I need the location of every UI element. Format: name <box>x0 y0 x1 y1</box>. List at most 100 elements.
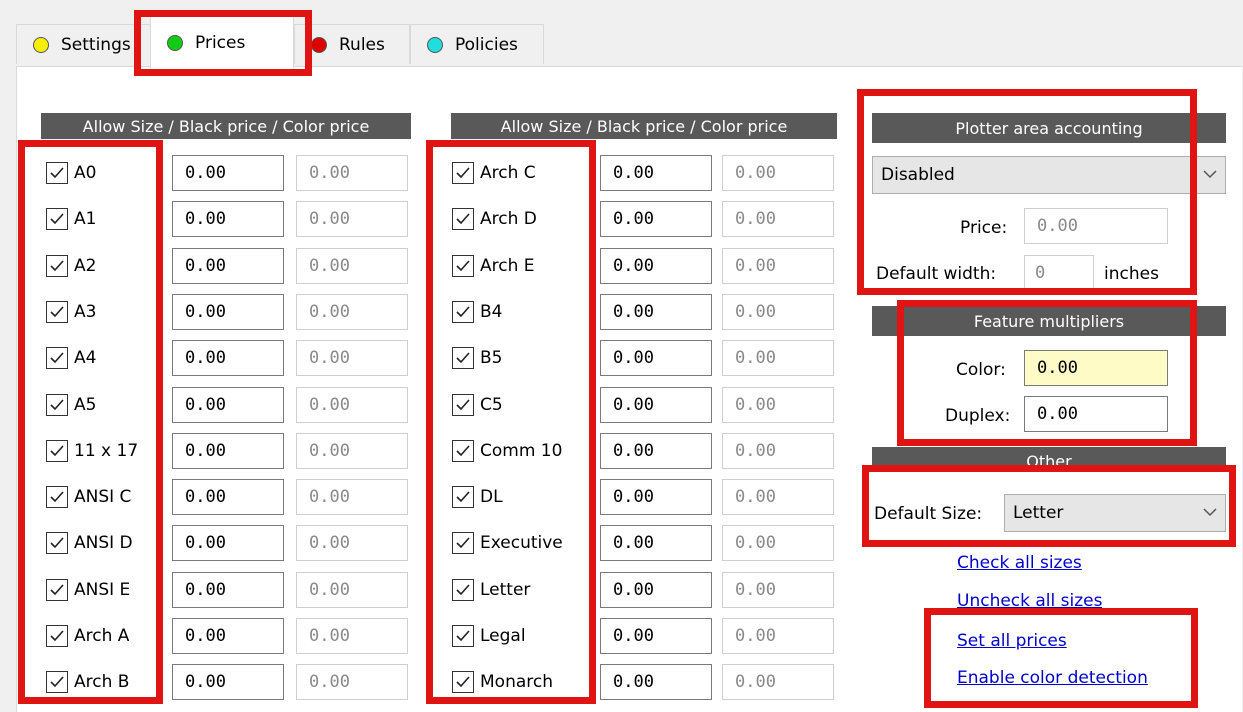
color-price-field[interactable]: 0.00 <box>722 201 834 237</box>
size-checkbox[interactable] <box>452 255 474 277</box>
size-checkbox[interactable] <box>452 579 474 601</box>
plotter-price-value: 0.00 <box>1037 216 1078 236</box>
color-price-field[interactable]: 0.00 <box>722 479 834 515</box>
color-price-field[interactable]: 0.00 <box>722 664 834 700</box>
color-price-field[interactable]: 0.00 <box>296 387 408 423</box>
black-price-field[interactable]: 0.00 <box>600 433 712 469</box>
plotter-width-field[interactable]: 0 <box>1024 255 1094 291</box>
black-price-field[interactable]: 0.00 <box>600 664 712 700</box>
black-price-value: 0.00 <box>613 163 654 183</box>
black-price-field[interactable]: 0.00 <box>172 387 284 423</box>
size-checkbox[interactable] <box>452 162 474 184</box>
size-checkbox[interactable] <box>46 162 68 184</box>
plotter-mode-select[interactable]: Disabled <box>872 156 1226 194</box>
tab-policies[interactable]: Policies <box>410 24 544 64</box>
size-checkbox[interactable] <box>452 208 474 230</box>
size-checkbox[interactable] <box>46 394 68 416</box>
black-price-field[interactable]: 0.00 <box>172 525 284 561</box>
color-price-value: 0.00 <box>735 487 776 507</box>
black-price-field[interactable]: 0.00 <box>172 618 284 654</box>
color-multiplier-value: 0.00 <box>1037 358 1078 378</box>
black-price-field[interactable]: 0.00 <box>172 479 284 515</box>
yellow-status-dot-icon <box>33 36 49 53</box>
checkmark-icon <box>50 352 64 364</box>
size-checkbox[interactable] <box>46 347 68 369</box>
black-price-field[interactable]: 0.00 <box>172 340 284 376</box>
black-price-field[interactable]: 0.00 <box>600 340 712 376</box>
black-price-field[interactable]: 0.00 <box>172 294 284 330</box>
size-checkbox[interactable] <box>452 301 474 323</box>
black-price-field[interactable]: 0.00 <box>600 479 712 515</box>
size-checkbox[interactable] <box>46 486 68 508</box>
size-checkbox[interactable] <box>452 440 474 462</box>
color-price-field[interactable]: 0.00 <box>296 479 408 515</box>
size-checkbox[interactable] <box>452 625 474 647</box>
black-price-field[interactable]: 0.00 <box>600 618 712 654</box>
checkmark-icon <box>50 584 64 596</box>
set-all-prices-link[interactable]: Set all prices <box>957 631 1067 651</box>
size-checkbox[interactable] <box>46 625 68 647</box>
size-checkbox[interactable] <box>452 671 474 693</box>
size-checkbox[interactable] <box>46 671 68 693</box>
color-price-field[interactable]: 0.00 <box>722 387 834 423</box>
black-price-field[interactable]: 0.00 <box>600 201 712 237</box>
plotter-price-field[interactable]: 0.00 <box>1024 208 1168 244</box>
black-price-field[interactable]: 0.00 <box>600 525 712 561</box>
black-price-field[interactable]: 0.00 <box>172 664 284 700</box>
other-header: Other <box>872 447 1226 471</box>
black-price-field[interactable]: 0.00 <box>600 294 712 330</box>
color-price-value: 0.00 <box>735 209 776 229</box>
color-price-field[interactable]: 0.00 <box>722 433 834 469</box>
black-price-field[interactable]: 0.00 <box>600 155 712 191</box>
enable-color-detection-link[interactable]: Enable color detection <box>957 668 1148 688</box>
black-price-field[interactable]: 0.00 <box>600 248 712 284</box>
color-multiplier-field[interactable]: 0.00 <box>1024 350 1168 386</box>
color-price-field[interactable]: 0.00 <box>296 664 408 700</box>
size-checkbox[interactable] <box>46 579 68 601</box>
duplex-multiplier-field[interactable]: 0.00 <box>1024 396 1168 432</box>
color-price-field[interactable]: 0.00 <box>296 340 408 376</box>
size-checkbox[interactable] <box>46 440 68 462</box>
color-price-field[interactable]: 0.00 <box>722 618 834 654</box>
check-all-sizes-link[interactable]: Check all sizes <box>957 553 1082 573</box>
size-checkbox[interactable] <box>46 208 68 230</box>
checkmark-icon <box>50 306 64 318</box>
color-price-field[interactable]: 0.00 <box>722 155 834 191</box>
color-price-field[interactable]: 0.00 <box>722 340 834 376</box>
color-price-field[interactable]: 0.00 <box>296 618 408 654</box>
color-price-field[interactable]: 0.00 <box>296 572 408 608</box>
black-price-field[interactable]: 0.00 <box>172 155 284 191</box>
color-price-field[interactable]: 0.00 <box>722 248 834 284</box>
uncheck-all-sizes-link[interactable]: Uncheck all sizes <box>957 591 1102 611</box>
color-price-field[interactable]: 0.00 <box>722 572 834 608</box>
duplex-multiplier-label: Duplex: <box>945 406 1011 426</box>
black-price-field[interactable]: 0.00 <box>172 248 284 284</box>
size-checkbox[interactable] <box>452 394 474 416</box>
color-price-field[interactable]: 0.00 <box>296 248 408 284</box>
size-checkbox[interactable] <box>452 532 474 554</box>
black-price-field[interactable]: 0.00 <box>600 387 712 423</box>
color-price-field[interactable]: 0.00 <box>722 294 834 330</box>
color-price-field[interactable]: 0.00 <box>296 294 408 330</box>
tab-settings[interactable]: Settings <box>16 24 158 64</box>
black-price-field[interactable]: 0.00 <box>172 201 284 237</box>
black-price-field[interactable]: 0.00 <box>172 572 284 608</box>
size-checkbox[interactable] <box>46 255 68 277</box>
size-checkbox[interactable] <box>46 301 68 323</box>
black-price-field[interactable]: 0.00 <box>172 433 284 469</box>
size-checkbox[interactable] <box>46 532 68 554</box>
black-price-field[interactable]: 0.00 <box>600 572 712 608</box>
size-checkbox[interactable] <box>452 347 474 369</box>
tab-prices[interactable]: Prices <box>150 16 294 68</box>
black-price-value: 0.00 <box>185 256 226 276</box>
tab-rules[interactable]: Rules <box>294 24 410 64</box>
color-price-field[interactable]: 0.00 <box>296 155 408 191</box>
default-size-select[interactable]: Letter <box>1004 494 1226 532</box>
size-checkbox[interactable] <box>452 486 474 508</box>
color-price-field[interactable]: 0.00 <box>296 201 408 237</box>
checkmark-icon <box>50 445 64 457</box>
size-row: Monarch 0.00 0.00 <box>0 664 834 704</box>
color-price-field[interactable]: 0.00 <box>722 525 834 561</box>
color-price-field[interactable]: 0.00 <box>296 525 408 561</box>
color-price-field[interactable]: 0.00 <box>296 433 408 469</box>
